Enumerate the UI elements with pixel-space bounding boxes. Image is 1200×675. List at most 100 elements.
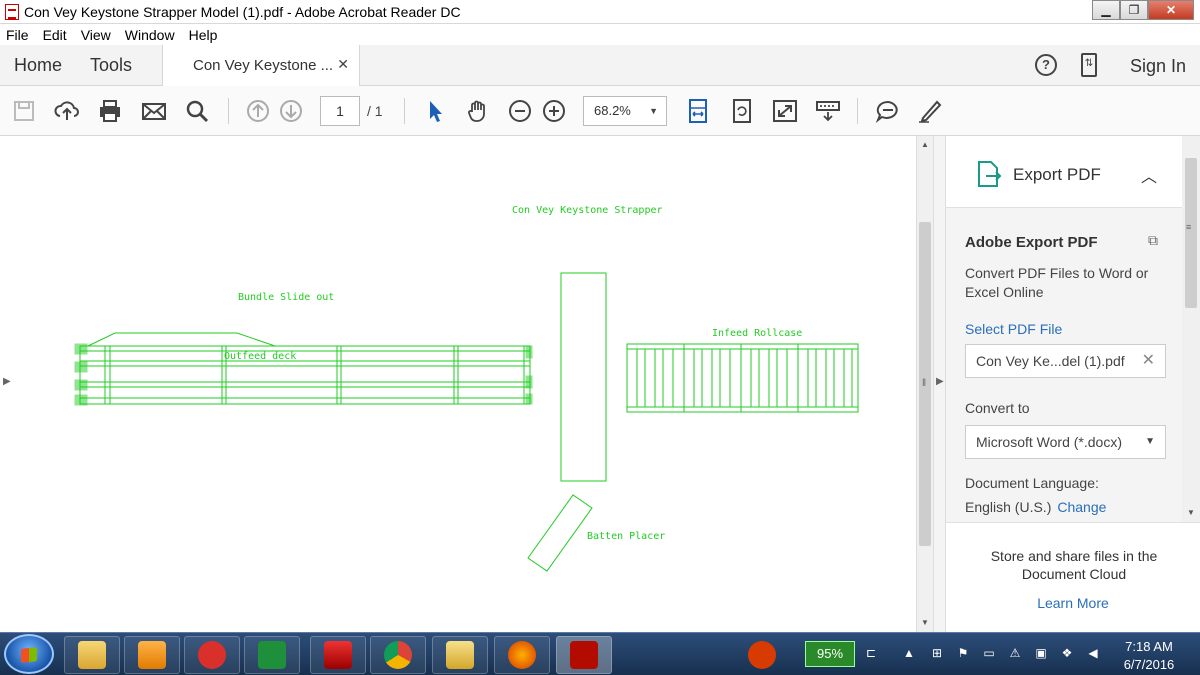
cloud-upload-icon[interactable] bbox=[53, 97, 81, 125]
fit-page-icon[interactable] bbox=[684, 97, 712, 125]
highlight-pen-icon[interactable] bbox=[916, 97, 944, 125]
media-player-icon bbox=[138, 641, 166, 669]
show-hidden-icons[interactable]: ▲ bbox=[902, 646, 916, 660]
document-cloud-promo: Store and share files in the Document Cl… bbox=[946, 522, 1200, 632]
select-cursor-icon[interactable] bbox=[421, 97, 449, 125]
taskbar-autocad[interactable] bbox=[310, 636, 366, 674]
scroll-down-icon[interactable]: ▼ bbox=[921, 618, 929, 627]
minimize-button[interactable]: ▁ bbox=[1092, 0, 1120, 20]
flag-icon[interactable]: ⚑ bbox=[956, 646, 970, 660]
chain-end bbox=[525, 393, 533, 405]
firefox-icon bbox=[508, 641, 536, 669]
batten-placer-label: Batten Placer bbox=[587, 531, 665, 542]
outfeed-deck-frame bbox=[79, 345, 531, 405]
chevron-down-icon: ▼ bbox=[649, 106, 658, 116]
panel-splitter[interactable]: ‖ ▶ bbox=[922, 136, 946, 632]
document-view[interactable]: ▶ Con Vey Keystone Strapper Bundle Slide… bbox=[0, 136, 946, 632]
menu-edit[interactable]: Edit bbox=[43, 27, 67, 43]
taskbar-chrome[interactable] bbox=[370, 636, 426, 674]
menu-window[interactable]: Window bbox=[125, 27, 175, 43]
convert-format-select[interactable]: Microsoft Word (*.docx) ▼ bbox=[965, 425, 1166, 459]
mail-icon[interactable] bbox=[140, 97, 168, 125]
scroll-up-icon[interactable]: ▲ bbox=[921, 140, 929, 149]
taskbar-outlook[interactable] bbox=[432, 636, 488, 674]
convert-format-value: Microsoft Word (*.docx) bbox=[976, 434, 1122, 450]
learn-more-link[interactable]: Learn More bbox=[946, 595, 1200, 611]
export-pdf-body: Adobe Export PDF ⧉ Convert PDF Files to … bbox=[946, 208, 1182, 522]
mobile-link-icon[interactable]: ⇅ bbox=[1081, 53, 1097, 77]
battery-indicator[interactable]: 95% bbox=[805, 641, 855, 667]
toolbar-divider bbox=[857, 98, 858, 124]
start-button[interactable] bbox=[4, 634, 54, 674]
device-icon[interactable]: ▣ bbox=[1034, 646, 1048, 660]
taskbar-explorer[interactable] bbox=[64, 636, 120, 674]
save-icon[interactable] bbox=[10, 97, 38, 125]
print-icon[interactable] bbox=[96, 97, 124, 125]
taskbar-office[interactable] bbox=[734, 636, 790, 674]
cloud-settings-icon[interactable]: ⧉ bbox=[1148, 232, 1158, 249]
convert-to-label: Convert to bbox=[965, 400, 1030, 416]
zoom-out-icon[interactable] bbox=[506, 97, 534, 125]
select-pdf-link[interactable]: Select PDF File bbox=[965, 321, 1062, 337]
chevron-down-icon: ▼ bbox=[1145, 436, 1155, 447]
outfeed-deck-label: Outfeed deck bbox=[224, 351, 296, 362]
display-icon[interactable]: ▭ bbox=[982, 646, 996, 660]
taskbar-media-player[interactable] bbox=[124, 636, 180, 674]
export-description: Convert PDF Files to Word or Excel Onlin… bbox=[965, 265, 1149, 300]
rotate-icon[interactable] bbox=[728, 97, 756, 125]
page-up-icon[interactable] bbox=[244, 97, 272, 125]
fullscreen-icon[interactable] bbox=[771, 97, 799, 125]
system-clock[interactable]: 7:18 AM 6/7/2016 bbox=[1104, 638, 1194, 674]
right-pane: Export PDF ︿ Adobe Export PDF ⧉ Convert … bbox=[946, 136, 1200, 632]
hand-icon[interactable] bbox=[464, 97, 492, 125]
windows-icon[interactable]: ⊞ bbox=[930, 646, 944, 660]
help-icon[interactable]: ? bbox=[1035, 54, 1057, 76]
taskbar-store[interactable] bbox=[184, 636, 240, 674]
scroll-down-icon[interactable]: ▼ bbox=[1187, 508, 1195, 517]
close-tab-icon[interactable]: ✕ bbox=[337, 56, 349, 73]
document-language: English (U.S.) Change bbox=[965, 499, 1106, 515]
menu-file[interactable]: File bbox=[6, 27, 29, 43]
title-bar: Con Vey Keystone Strapper Model (1).pdf … bbox=[0, 0, 1200, 24]
power-icon[interactable]: ⊏ bbox=[864, 646, 878, 660]
clock-date: 6/7/2016 bbox=[1123, 657, 1175, 672]
selected-file-field[interactable]: Con Vey Ke...del (1).pdf ✕ bbox=[965, 344, 1166, 378]
zoom-value: 68.2% bbox=[594, 103, 631, 118]
menu-bar: File Edit View Window Help bbox=[0, 24, 1200, 45]
dropbox-icon[interactable]: ❖ bbox=[1060, 646, 1074, 660]
page-down-icon[interactable] bbox=[277, 97, 305, 125]
sign-in-button[interactable]: Sign In bbox=[1130, 56, 1186, 77]
tab-document[interactable]: Con Vey Keystone ... ✕ bbox=[162, 45, 360, 86]
clear-file-icon[interactable]: ✕ bbox=[1142, 345, 1155, 377]
change-language-link[interactable]: Change bbox=[1057, 499, 1106, 515]
zoom-select[interactable]: 68.2% ▼ bbox=[583, 96, 667, 126]
taskbar-green-app[interactable] bbox=[244, 636, 300, 674]
volume-icon[interactable]: ◀ bbox=[1086, 646, 1100, 660]
batten-placer-frame bbox=[527, 494, 593, 572]
tab-home[interactable]: Home bbox=[14, 55, 62, 76]
tab-tools[interactable]: Tools bbox=[90, 55, 132, 76]
comment-icon[interactable] bbox=[874, 97, 902, 125]
clock-time: 7:18 AM bbox=[1125, 639, 1173, 654]
page-number-input[interactable]: 1 bbox=[320, 96, 360, 126]
office-icon bbox=[748, 641, 776, 669]
zoom-in-icon[interactable] bbox=[540, 97, 568, 125]
chevron-up-icon[interactable]: ︿ bbox=[1141, 163, 1157, 187]
taskbar-acrobat[interactable] bbox=[556, 636, 612, 674]
maximize-button[interactable]: ❐ bbox=[1120, 0, 1148, 20]
keyboard-icon[interactable] bbox=[814, 97, 842, 125]
language-value: English (U.S.) bbox=[965, 499, 1052, 515]
menu-view[interactable]: View bbox=[81, 27, 111, 43]
splitter-grip-icon[interactable]: ‖ bbox=[922, 378, 926, 389]
chrome-icon bbox=[384, 641, 412, 669]
panel-scrollbar[interactable]: ≡ ▼ bbox=[1182, 136, 1200, 522]
close-button[interactable]: ✕ bbox=[1148, 0, 1194, 20]
export-pdf-header[interactable]: Export PDF ︿ bbox=[946, 136, 1200, 208]
taskbar-firefox[interactable] bbox=[494, 636, 550, 674]
search-icon[interactable] bbox=[183, 97, 211, 125]
panel-scrollbar-thumb[interactable] bbox=[1185, 158, 1197, 308]
menu-help[interactable]: Help bbox=[189, 27, 218, 43]
page-total-label: / 1 bbox=[367, 103, 383, 119]
security-icon[interactable]: ⚠ bbox=[1008, 646, 1022, 660]
collapse-panel-icon[interactable]: ▶ bbox=[936, 376, 944, 387]
